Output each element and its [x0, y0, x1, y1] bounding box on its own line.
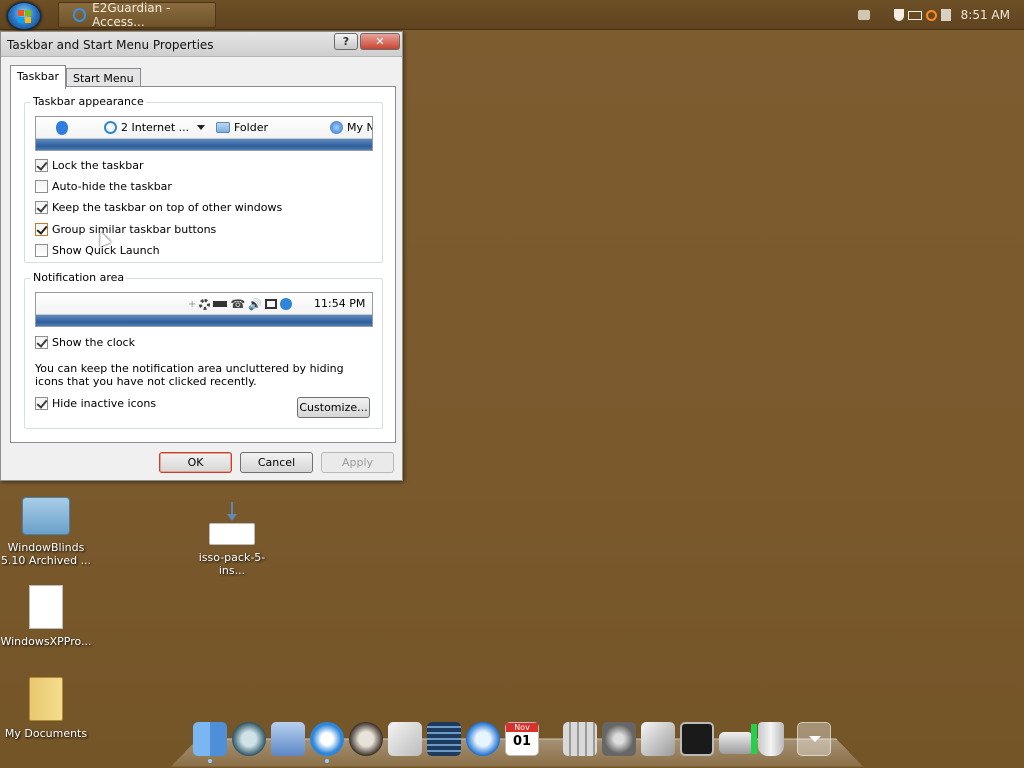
network-icon[interactable] [940, 9, 951, 21]
checkbox[interactable] [35, 159, 48, 172]
dock: Nov 01 [171, 718, 863, 768]
chevron-down-icon [197, 125, 206, 130]
tab-strip: Taskbar Start Menu [10, 65, 141, 89]
option-show-clock[interactable]: Show the clock [35, 336, 135, 349]
taskbar-button-e2guardian[interactable]: E2Guardian - Access... [58, 1, 216, 29]
monitor-icon [265, 299, 278, 309]
option-auto-hide[interactable]: Auto-hide the taskbar [35, 180, 172, 193]
desktop-icon-isso-pack[interactable]: isso-pack-5-ins... [186, 497, 278, 577]
notification-area-group: Notification area + ☎ 🔊 11:54 PM Show th… [24, 271, 383, 429]
search-icon [280, 298, 293, 310]
taskbar-button-label: E2Guardian - Access... [92, 1, 171, 29]
internet-explorer-icon [104, 121, 117, 134]
desktop-icon-windowblinds[interactable]: WindowBlinds 5.10 Archived ... [0, 497, 92, 567]
dialog-title: Taskbar and Start Menu Properties [7, 38, 214, 52]
preview-clock: 11:54 PM [314, 297, 366, 310]
stack-icon[interactable] [797, 722, 831, 756]
printer-icon[interactable] [857, 10, 870, 20]
taskbar: E2Guardian - Access... 8:51 AM [0, 0, 1024, 30]
progress-indicator [751, 724, 757, 754]
cancel-button[interactable]: Cancel [240, 452, 313, 473]
desktop-icon-my-documents[interactable]: My Documents [0, 677, 92, 740]
taskbar-appearance-group: Taskbar appearance 2 Internet ... Folder [24, 95, 383, 263]
quicktime-icon[interactable] [466, 722, 500, 756]
raccoon-icon[interactable] [349, 722, 383, 756]
film-icon[interactable] [427, 722, 461, 756]
ok-button[interactable]: OK [159, 452, 232, 473]
calculator-icon[interactable] [563, 722, 597, 756]
network-icon [213, 301, 228, 307]
taskbar-preview: 2 Internet ... Folder My N [35, 116, 373, 151]
desktop: E2Guardian - Access... 8:51 AM Taskbar a… [0, 0, 1024, 768]
customize-button[interactable]: Customize... [297, 397, 370, 418]
battery-icon[interactable] [907, 10, 922, 20]
time-machine-icon[interactable] [232, 722, 266, 756]
option-lock-taskbar[interactable]: Lock the taskbar [35, 159, 144, 172]
trash-icon[interactable] [758, 722, 784, 756]
option-keep-on-top[interactable]: Keep the taskbar on top of other windows [35, 201, 282, 214]
help-button[interactable]: ? [334, 33, 358, 50]
internet-explorer-icon[interactable] [310, 722, 344, 763]
checkbox[interactable] [35, 180, 48, 193]
finder-icon[interactable] [193, 722, 227, 763]
folder-icon [216, 122, 230, 133]
checkbox[interactable] [35, 397, 48, 410]
tab-panel: Taskbar appearance 2 Internet ... Folder [10, 86, 396, 443]
folder-icon [29, 677, 63, 721]
tray-preview-icons: + ☎ 🔊 [188, 297, 293, 311]
speaker-icon: 🔊 [248, 297, 263, 311]
shield-icon[interactable] [893, 9, 904, 21]
drive-icon[interactable] [719, 724, 757, 754]
system-tray: 8:51 AM [857, 0, 1024, 30]
group-title-appearance: Taskbar appearance [31, 95, 146, 108]
checkbox[interactable] [35, 244, 48, 257]
internet-explorer-icon [73, 8, 87, 22]
dialog-titlebar[interactable]: Taskbar and Start Menu Properties ? ✕ [1, 32, 402, 57]
notification-preview: + ☎ 🔊 11:54 PM [35, 292, 373, 327]
option-group-buttons[interactable]: Group similar taskbar buttons [35, 223, 216, 236]
calendar-icon[interactable]: Nov 01 [505, 722, 539, 756]
clock[interactable]: 8:51 AM [961, 8, 1010, 22]
my-computer-icon [330, 121, 343, 134]
folder-icon [22, 497, 70, 535]
preview-mypc: My N [330, 121, 372, 134]
close-button[interactable]: ✕ [360, 33, 400, 50]
taskbar-properties-dialog: Taskbar and Start Menu Properties ? ✕ Ta… [0, 31, 403, 481]
download-icon [209, 502, 255, 545]
console-icon[interactable] [680, 722, 714, 756]
system-preferences-icon[interactable] [602, 722, 636, 756]
preview-ie-group: 2 Internet ... [104, 121, 206, 134]
option-quick-launch[interactable]: Show Quick Launch [35, 244, 160, 257]
preview-folder: Folder [216, 121, 268, 134]
windows-flag-icon [18, 10, 31, 23]
tab-taskbar[interactable]: Taskbar [10, 65, 66, 89]
gear-icon [199, 298, 211, 310]
apply-button[interactable]: Apply [321, 452, 394, 473]
option-hide-inactive[interactable]: Hide inactive icons [35, 397, 156, 410]
group-title-notification: Notification area [31, 271, 127, 284]
desktop-icon-windowsxppro[interactable]: WindowsXPPro... [0, 585, 92, 648]
start-button[interactable] [7, 2, 41, 30]
notepad-icon[interactable] [388, 722, 422, 756]
notification-info-text: You can keep the notification area unclu… [35, 362, 344, 388]
checkbox[interactable] [35, 201, 48, 214]
script-editor-icon[interactable] [641, 722, 675, 756]
checkbox[interactable] [35, 336, 48, 349]
preview-icon[interactable] [271, 722, 305, 756]
document-icon [29, 585, 63, 629]
checkbox[interactable] [35, 223, 48, 236]
apple-icon [56, 121, 68, 135]
search-icon[interactable] [925, 9, 937, 21]
phone-icon: ☎ [230, 297, 246, 311]
